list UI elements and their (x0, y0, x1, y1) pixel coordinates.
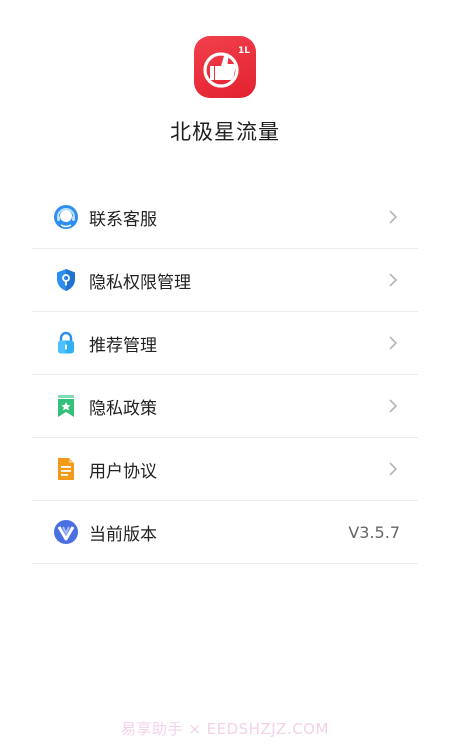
menu-item-user-agreement[interactable]: 用户协议 (32, 438, 418, 501)
menu-item-privacy-permissions[interactable]: 隐私权限管理 (32, 249, 418, 312)
about-page: 1L 北极星流量 联系客服 隐私权限管理 推荐管理 隐私政策 用户协议 当前版本… (0, 0, 450, 750)
chevron-right-icon (386, 462, 400, 476)
menu-item-current-version[interactable]: 当前版本 V3.5.7 (32, 501, 418, 564)
app-logo-icon: 1L (194, 36, 256, 98)
menu-item-privacy-policy[interactable]: 隐私政策 (32, 375, 418, 438)
menu-item-label: 用户协议 (89, 461, 157, 482)
menu-item-contact-service[interactable]: 联系客服 (32, 186, 418, 249)
customer-service-icon (53, 204, 79, 230)
settings-menu: 联系客服 隐私权限管理 推荐管理 隐私政策 用户协议 当前版本 V3.5.7 (32, 186, 418, 564)
chevron-right-icon (386, 273, 400, 287)
document-icon (53, 456, 79, 482)
menu-item-label: 隐私政策 (89, 398, 157, 419)
menu-item-label: 联系客服 (89, 209, 157, 230)
lock-icon (53, 330, 79, 356)
menu-item-label: 当前版本 (89, 524, 157, 545)
menu-item-label: 推荐管理 (89, 335, 157, 356)
chevron-right-icon (386, 210, 400, 224)
chevron-right-icon (386, 336, 400, 350)
watermark: 易享助手 × EEDSHZJZ.COM (121, 720, 329, 738)
svg-text:1L: 1L (238, 46, 250, 56)
bookmark-star-icon (53, 393, 79, 419)
chevron-right-icon (386, 399, 400, 413)
menu-item-label: 隐私权限管理 (89, 272, 191, 293)
privacy-shield-icon (53, 267, 79, 293)
app-title: 北极星流量 (170, 120, 280, 144)
version-number: V3.5.7 (348, 522, 400, 542)
version-icon (53, 519, 79, 545)
menu-item-recommend-management[interactable]: 推荐管理 (32, 312, 418, 375)
